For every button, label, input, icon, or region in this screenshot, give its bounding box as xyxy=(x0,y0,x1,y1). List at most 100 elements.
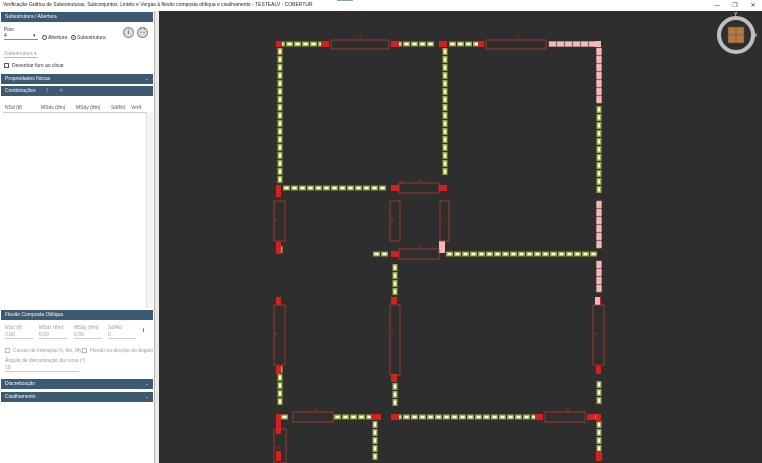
block-hole xyxy=(393,392,397,397)
block-hole xyxy=(373,438,377,443)
curvas-checkbox[interactable] xyxy=(5,348,10,353)
element-label: 5 xyxy=(275,217,278,222)
block-hole xyxy=(443,57,447,62)
tab-combinacoes[interactable]: Combinações ↧ ✛ xyxy=(1,86,153,96)
block-hole xyxy=(443,105,447,110)
block-hole xyxy=(278,105,282,110)
block-hole xyxy=(292,186,297,190)
chevron-down-icon: ⌄ xyxy=(144,381,149,387)
block-hole xyxy=(466,42,471,46)
block-hole xyxy=(583,252,588,256)
empty-block xyxy=(588,41,597,47)
block-hole xyxy=(278,383,282,388)
block-hole xyxy=(511,252,516,256)
expand-button[interactable]: ⛶ xyxy=(137,27,148,38)
block-hole xyxy=(597,155,601,160)
maximize-button[interactable]: ❐ xyxy=(726,0,744,11)
grouted-cell xyxy=(391,251,399,257)
block-hole xyxy=(393,289,397,294)
block-hole xyxy=(597,187,601,192)
block-hole xyxy=(443,121,447,126)
block-hole xyxy=(340,186,345,190)
combinacoes-scrollbar[interactable] xyxy=(146,112,153,308)
flexao-info-icon[interactable]: i xyxy=(143,328,144,334)
radio-abertura[interactable] xyxy=(42,35,47,40)
block-hole xyxy=(380,186,385,190)
flexao-angulo-checkbox[interactable] xyxy=(82,348,87,353)
empty-block xyxy=(580,41,589,47)
grouted-cell xyxy=(391,185,399,191)
block-hole xyxy=(278,49,282,54)
block-hole xyxy=(278,129,282,134)
grouted-cell xyxy=(276,297,281,305)
block-hole xyxy=(404,415,409,419)
block-hole xyxy=(351,415,356,419)
window-title: Verificação Gráfica de Subestruturas, Su… xyxy=(3,2,313,8)
floor-plan[interactable]: 1 2345 6 78 9 1011 121314YX xyxy=(159,11,762,463)
block-hole xyxy=(278,97,282,102)
section-cisalhamento-title: Cisalhamento xyxy=(5,394,36,400)
element-outline xyxy=(398,182,440,194)
element-label: 12 xyxy=(565,407,570,412)
import-icon[interactable]: ↧ xyxy=(45,86,49,96)
block-hole xyxy=(382,252,387,256)
block-hole xyxy=(443,161,447,166)
block-hole xyxy=(500,415,505,419)
element-outline xyxy=(544,411,586,423)
block-hole xyxy=(508,415,513,419)
block-hole xyxy=(316,186,321,190)
minimize-button[interactable]: — xyxy=(708,0,726,11)
block-hole xyxy=(516,415,521,419)
grouted-cell xyxy=(535,414,543,420)
curvas-label: Curvas de interação N, Mx, My xyxy=(13,348,82,354)
block-hole xyxy=(372,186,377,190)
close-button[interactable]: ✕ xyxy=(744,0,762,11)
section-cisalhamento-header[interactable]: Cisalhamento ⌄ xyxy=(1,392,153,402)
section-flexao-title: Flexão Composta Oblíqua xyxy=(5,312,64,318)
section-discretizacao-header[interactable]: Discretização ⌄ xyxy=(1,379,153,389)
block-hole xyxy=(373,454,377,459)
block-hole xyxy=(278,145,282,150)
block-hole xyxy=(597,171,601,176)
chevron-down-icon: ⌄ xyxy=(144,76,149,82)
block-hole xyxy=(284,186,289,190)
info-button[interactable]: i xyxy=(123,27,134,38)
section-subestrutura-header[interactable]: Subestrutura / Abertura xyxy=(1,12,153,22)
section-propriedades-header[interactable]: Propriedades físicas ⌄ xyxy=(1,74,153,84)
grouted-cell xyxy=(439,185,447,191)
block-hole xyxy=(278,177,282,182)
radio-abertura-label: Abertura xyxy=(48,35,68,41)
block-hole xyxy=(524,415,529,419)
grouted-cell xyxy=(276,185,281,197)
element-label: 10 xyxy=(594,331,599,336)
empty-block xyxy=(596,260,602,269)
flexao-msdx-underline xyxy=(39,338,67,339)
block-hole xyxy=(450,42,455,46)
block-hole xyxy=(597,115,601,120)
block-hole xyxy=(373,422,377,427)
block-hole xyxy=(452,415,457,419)
angulo-label: Ângulo de discretização da curva (º) xyxy=(5,358,86,364)
section-flexao-header[interactable]: Flexão Composta Oblíqua xyxy=(1,310,153,320)
drawing-canvas[interactable]: 1 2 3 4 5 6 7 8 9 10 11 12 13 14 Y X xyxy=(159,11,762,463)
block-hole xyxy=(597,430,601,435)
radio-subestrutura[interactable] xyxy=(71,35,76,40)
block-hole xyxy=(597,107,601,112)
block-hole xyxy=(597,438,601,443)
flexao-nsd-underline xyxy=(5,338,33,339)
block-hole xyxy=(443,169,447,174)
block-hole xyxy=(311,42,316,46)
block-hole xyxy=(474,42,479,46)
desenhar-furo-checkbox[interactable] xyxy=(4,63,9,68)
block-hole xyxy=(278,57,282,62)
piso-select-underline xyxy=(4,39,38,40)
block-hole xyxy=(278,153,282,158)
sidebar-panel: Subestrutura / Abertura Piso 4 ▾ Abertur… xyxy=(0,11,155,463)
block-hole xyxy=(447,252,452,256)
block-hole xyxy=(597,179,601,184)
grouted-cell xyxy=(276,414,281,434)
element-label: 11 xyxy=(313,407,318,412)
block-hole xyxy=(278,399,282,404)
add-icon[interactable]: ✛ xyxy=(59,86,63,96)
block-hole xyxy=(278,81,282,86)
